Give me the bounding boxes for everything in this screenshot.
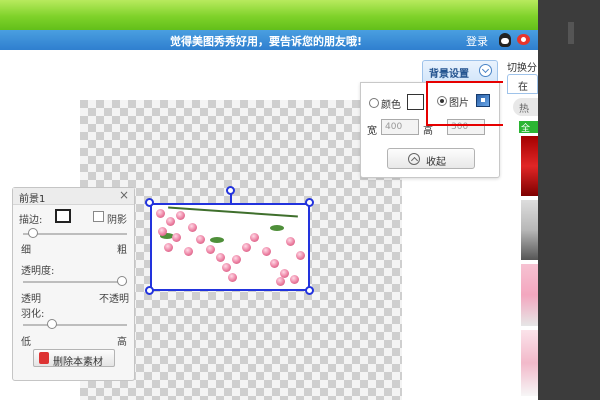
width-label: 宽 <box>367 126 377 137</box>
opacity-label: 透明度: <box>21 266 55 277</box>
color-radio[interactable] <box>369 98 379 108</box>
all-category[interactable]: 全部 <box>519 121 538 147</box>
shadow-label: 阴影 <box>107 215 127 226</box>
collapse-label: 收起 <box>426 157 446 168</box>
collapse-button[interactable]: 收起 <box>387 148 475 169</box>
transparent-label: 透明 <box>21 294 41 305</box>
chevron-up-icon <box>408 153 420 165</box>
background-color-swatch[interactable] <box>407 94 424 110</box>
material-thumbnail[interactable] <box>521 136 538 196</box>
sidebar-tab-label: 在 <box>518 82 528 93</box>
scrollbar[interactable] <box>538 0 600 400</box>
rotate-handle[interactable] <box>226 186 235 195</box>
border-slider-knob[interactable] <box>27 228 38 238</box>
foreground-panel: 前景1 × 描边: 阴影 细 粗 透明度: 透明 不透明 羽化: 低 高 删除本… <box>12 187 135 381</box>
color-option-label: 颜色 <box>381 100 401 111</box>
opaque-label: 不透明 <box>99 294 129 305</box>
top-banner <box>0 0 600 30</box>
border-label: 描边: <box>19 215 43 226</box>
chevron-down-icon[interactable] <box>479 64 492 77</box>
high-label: 高 <box>117 337 127 348</box>
scrollbar-thumb[interactable] <box>568 22 574 44</box>
rotation-stem <box>230 194 232 203</box>
sidebar-tab[interactable]: 在 <box>507 74 538 94</box>
hot-pill[interactable]: 热 <box>513 98 538 116</box>
switch-category-label: 切换分 <box>507 63 537 74</box>
foreground-panel-titlebar[interactable]: 前景1 × <box>13 188 134 205</box>
login-link[interactable]: 登录 <box>466 33 488 49</box>
feather-slider-track[interactable] <box>23 324 127 326</box>
foreground-panel-title: 前景1 <box>19 194 46 205</box>
header-bar: 觉得美图秀秀好用，要告诉您的朋友哦! 登录 <box>0 30 538 50</box>
weibo-icon[interactable] <box>517 34 530 45</box>
opacity-slider-track[interactable] <box>23 281 127 283</box>
background-settings-label: 背景设置 <box>429 69 469 80</box>
low-label: 低 <box>21 337 31 348</box>
material-thumbnail[interactable] <box>521 200 538 260</box>
background-settings-tab[interactable]: 背景设置 <box>422 60 498 82</box>
material-sidebar: 切换分 在 热 全部 <box>503 50 538 400</box>
trash-icon <box>39 352 49 364</box>
border-slider-track[interactable] <box>23 233 127 235</box>
hot-pill-label: 热 <box>519 104 529 115</box>
width-input[interactable] <box>381 119 419 135</box>
thin-label: 细 <box>21 245 31 256</box>
resize-handle-top-left[interactable] <box>145 198 154 207</box>
annotation-highlight <box>426 81 513 126</box>
promo-message: 觉得美图秀秀好用，要告诉您的朋友哦! <box>170 35 363 48</box>
thick-label: 粗 <box>117 245 127 256</box>
selection-frame[interactable] <box>150 203 310 291</box>
feather-label: 羽化: <box>21 309 45 320</box>
delete-material-label: 删除本素材 <box>53 357 103 368</box>
resize-handle-bottom-left[interactable] <box>145 286 154 295</box>
resize-handle-bottom-right[interactable] <box>305 286 314 295</box>
close-icon[interactable]: × <box>119 188 129 202</box>
delete-material-button[interactable]: 删除本素材 <box>33 349 115 368</box>
material-thumbnail[interactable] <box>521 264 538 326</box>
material-thumbnail[interactable] <box>521 330 538 396</box>
opacity-slider-knob[interactable] <box>117 276 127 286</box>
resize-handle-top-right[interactable] <box>305 198 314 207</box>
qq-icon[interactable] <box>499 33 511 47</box>
border-color-swatch[interactable] <box>55 209 71 223</box>
feather-slider-knob[interactable] <box>46 319 57 329</box>
shadow-checkbox[interactable] <box>93 211 104 222</box>
